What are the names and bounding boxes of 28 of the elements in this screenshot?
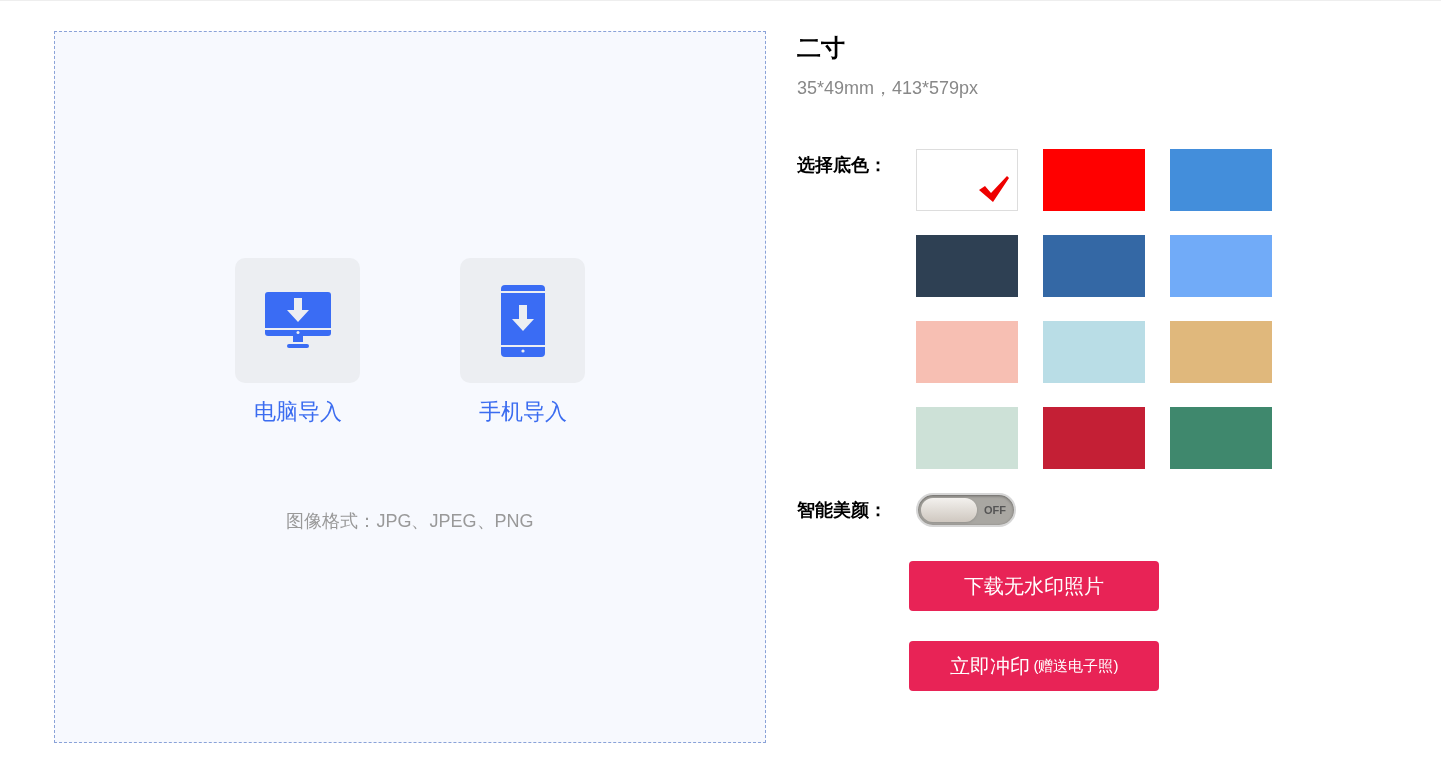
upload-area[interactable]: 电脑导入 手机导入 图像格式：JPG、JPEG、PNG (54, 31, 766, 743)
checkmark-icon (979, 176, 1009, 202)
phone-download-icon (500, 284, 545, 357)
color-swatch[interactable] (1043, 321, 1145, 383)
color-swatch[interactable] (1170, 407, 1272, 469)
color-swatch[interactable] (916, 407, 1018, 469)
action-button[interactable]: 下载无水印照片 (909, 561, 1159, 611)
monitor-download-icon (264, 291, 331, 350)
color-swatch[interactable] (916, 149, 1018, 211)
color-swatch[interactable] (1043, 149, 1145, 211)
color-swatch[interactable] (1170, 235, 1272, 297)
beauty-label: 智能美颜： (797, 498, 888, 522)
import-tile[interactable] (235, 258, 360, 383)
color-swatch[interactable] (1170, 149, 1272, 211)
import-label[interactable]: 电脑导入 (253, 395, 342, 428)
color-swatch[interactable] (916, 235, 1018, 297)
color-swatch[interactable] (1170, 321, 1272, 383)
size-title: 二寸 (797, 33, 846, 63)
format-hint: 图像格式：JPG、JPEG、PNG (286, 510, 534, 533)
color-swatch[interactable] (916, 321, 1018, 383)
action-button[interactable]: 立即冲印 (赠送电子照) (909, 641, 1159, 691)
import-tile[interactable] (460, 258, 585, 383)
background-label: 选择底色： (797, 154, 888, 177)
size-dimensions: 35*49mm，413*579px (797, 77, 980, 100)
import-label[interactable]: 手机导入 (478, 395, 567, 428)
beauty-toggle[interactable]: OFF (916, 493, 1016, 527)
color-swatch[interactable] (1043, 407, 1145, 469)
color-swatch[interactable] (1043, 235, 1145, 297)
